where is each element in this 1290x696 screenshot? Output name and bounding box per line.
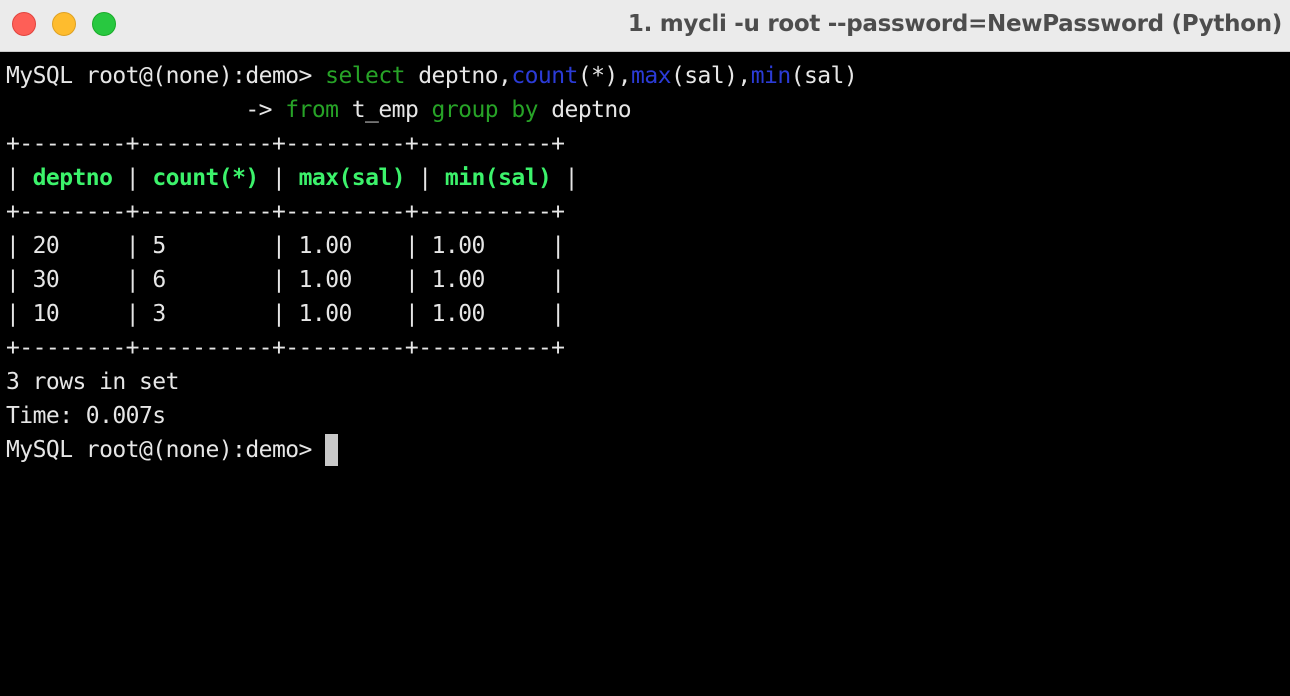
query-line-2: -> from t_emp group by deptno bbox=[6, 93, 631, 127]
query-text: t_emp bbox=[338, 97, 432, 123]
table-row: | 20 | 5 | 1.00 | 1.00 | bbox=[6, 233, 565, 259]
table-cell: 1.00 bbox=[298, 267, 353, 293]
column-header: min(sal) bbox=[444, 165, 552, 191]
query-text: deptno, bbox=[404, 63, 512, 89]
table-row: | 10 | 3 | 1.00 | 1.00 | bbox=[6, 301, 565, 327]
table-cell: 1.00 bbox=[298, 233, 353, 259]
query-line-1: MySQL root@(none):demo> select deptno,co… bbox=[6, 59, 858, 93]
query-text: (*), bbox=[577, 63, 632, 89]
keyword-group-by: group by bbox=[431, 97, 539, 123]
prompt: MySQL root@(none):demo> bbox=[6, 63, 326, 89]
table-cell: 10 bbox=[32, 301, 60, 327]
table-cell: 6 bbox=[152, 267, 166, 293]
prompt: MySQL root@(none):demo> bbox=[6, 437, 326, 463]
table-row: | 30 | 6 | 1.00 | 1.00 | bbox=[6, 267, 565, 293]
table-border: +--------+----------+---------+---------… bbox=[6, 335, 565, 361]
table-border: +--------+----------+---------+---------… bbox=[6, 199, 565, 225]
query-text: (sal), bbox=[670, 63, 751, 89]
table-cell: 1.00 bbox=[431, 301, 486, 327]
column-header: deptno bbox=[32, 165, 113, 191]
table-cell: 1.00 bbox=[298, 301, 353, 327]
column-header: max(sal) bbox=[298, 165, 406, 191]
table-cell: 5 bbox=[152, 233, 166, 259]
terminal-output[interactable]: MySQL root@(none):demo> select deptno,co… bbox=[0, 52, 1290, 696]
table-border: +--------+----------+---------+---------… bbox=[6, 131, 565, 157]
continuation-prompt: -> bbox=[6, 97, 286, 123]
table-cell: 1.00 bbox=[431, 267, 486, 293]
table-cell: 3 bbox=[152, 301, 166, 327]
close-window-button[interactable] bbox=[12, 12, 36, 36]
query-text: (sal) bbox=[790, 63, 858, 89]
function-count: count bbox=[511, 63, 578, 89]
zoom-window-button[interactable] bbox=[92, 12, 116, 36]
minimize-window-button[interactable] bbox=[52, 12, 76, 36]
window-title: 1. mycli -u root --password=NewPassword … bbox=[627, 11, 1282, 37]
final-prompt-line[interactable]: MySQL root@(none):demo> bbox=[6, 433, 339, 467]
keyword-from: from bbox=[285, 97, 339, 123]
table-header-row: | deptno | count(*) | max(sal) | min(sal… bbox=[6, 165, 578, 191]
query-text: deptno bbox=[537, 97, 632, 123]
table-cell: 20 bbox=[32, 233, 60, 259]
query-timing: Time: 0.007s bbox=[6, 403, 166, 429]
keyword-select: select bbox=[325, 63, 405, 89]
column-header: count(*) bbox=[152, 165, 259, 191]
text-cursor bbox=[325, 433, 339, 466]
function-min: min bbox=[750, 63, 791, 89]
table-cell: 1.00 bbox=[431, 233, 486, 259]
terminal-window: 1. mycli -u root --password=NewPassword … bbox=[0, 0, 1290, 696]
table-cell: 30 bbox=[32, 267, 60, 293]
function-max: max bbox=[631, 63, 671, 89]
result-summary: 3 rows in set bbox=[6, 369, 179, 395]
title-bar[interactable]: 1. mycli -u root --password=NewPassword … bbox=[0, 0, 1290, 52]
